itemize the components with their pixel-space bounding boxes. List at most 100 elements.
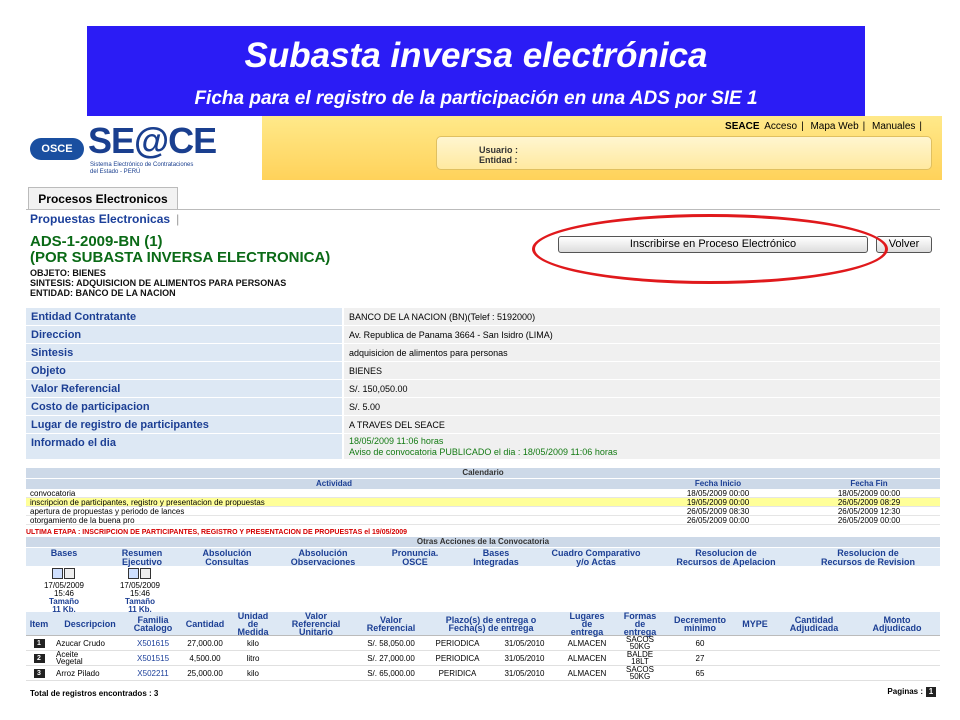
items-col: Plazo(s) de entrega o Fecha(s) de entreg…	[445, 614, 537, 633]
ultima-etapa-notice: ULTIMA ETAPA : INSCRIPCION DE PARTICIPAN…	[26, 529, 408, 536]
subnav: Propuestas Electronicas |	[30, 212, 179, 226]
detail-label: Entidad Contratante	[26, 308, 342, 325]
otras-acciones-title: Otras Acciones de la Convocatoria	[26, 537, 940, 547]
detail-label: Informado el dia	[26, 434, 342, 459]
detail-value: BANCO DE LA NACION (BN)(Telef : 5192000)	[344, 308, 940, 325]
calendar-fin: 26/05/2009 12:30	[837, 507, 901, 516]
process-title: ADS-1-2009-BN (1) (POR SUBASTA INVERSA E…	[30, 234, 330, 266]
otras-acciones: Otras Acciones de la Convocatoria Bases …	[26, 537, 940, 567]
item-lugar: ALMACEN	[567, 668, 607, 678]
items-col: Monto Adjudicado	[872, 614, 922, 633]
items-header-row: Item Descripcion Familia Catalogo Cantid…	[26, 611, 940, 636]
item-forma: SACOS 50KG	[625, 635, 654, 651]
bases-document[interactable]: 17/05/2009 15:46 Tamaño 11 Kb.	[34, 568, 94, 614]
item-plazo: PERIDICA	[438, 668, 477, 678]
item-vr: S/. 27,000.00	[367, 653, 415, 663]
items-col: Item	[29, 618, 49, 629]
items-col: Cantidad	[185, 618, 225, 629]
item-vr: S/. 58,050.00	[367, 638, 415, 648]
logo-tagline-2: del Estado - PERÚ	[90, 169, 141, 175]
page-1-button[interactable]: 1	[926, 687, 936, 697]
calendar-inicio: 26/05/2009 08:30	[686, 507, 750, 516]
items-col: Familia Catalogo	[133, 614, 173, 633]
process-entidad: ENTIDAD: BANCO DE LA NACION	[30, 288, 176, 298]
item-lugar: ALMACEN	[567, 638, 607, 648]
item-familia-link[interactable]: X501515	[128, 654, 178, 662]
item-familia-link[interactable]: X501615	[128, 639, 178, 647]
detail-row: Informado el dia 18/05/2009 11:06 horas …	[26, 434, 940, 460]
table-row: 2 Aceite Vegetal X501515 4,500.00 litro …	[26, 651, 940, 666]
item-plazo: PERIODICA	[435, 653, 480, 663]
otras-acciones-header: Bases Resumen Ejecutivo Absolución Consu…	[26, 548, 940, 567]
document-icon[interactable]	[52, 568, 76, 580]
seace-logo[interactable]: OSCE SE@CE Sistema Electrónico de Contra…	[26, 120, 262, 178]
item-unidad: kilo	[246, 668, 259, 678]
detail-value: Av. Republica de Panama 3664 - San Isidr…	[344, 326, 940, 343]
calendar-fin: 26/05/2009 08:29	[837, 498, 901, 507]
site-header: OSCE SE@CE Sistema Electrónico de Contra…	[18, 116, 942, 180]
calendar-inicio: 18/05/2009 00:00	[686, 489, 750, 498]
items-table: Item Descripcion Familia Catalogo Cantid…	[26, 611, 940, 681]
top-link-mapa-web[interactable]: Mapa Web	[810, 121, 858, 132]
detail-label: Costo de participacion	[26, 398, 342, 415]
detail-value: A TRAVES DEL SEACE	[344, 416, 940, 433]
calendar-inicio: 19/05/2009 00:00	[686, 498, 750, 507]
detail-row: Entidad Contratante BANCO DE LA NACION (B…	[26, 308, 940, 326]
calendar-inicio: 26/05/2009 00:00	[686, 516, 750, 525]
otras-col: Absolución Consultas	[202, 548, 252, 567]
item-desc: Arroz Pilado	[56, 668, 100, 678]
item-unidad: kilo	[246, 638, 259, 648]
items-col: Cantidad Adjudicada	[789, 614, 839, 633]
item-forma: BALDE 18LT	[626, 650, 654, 666]
pagination-label: Paginas :	[887, 687, 923, 696]
detail-row: Sintesis adquisicion de alimentos para pe…	[26, 344, 940, 362]
item-cantidad: 4,500.00	[189, 653, 221, 663]
items-col: Valor Referencial	[366, 614, 416, 633]
item-familia-link[interactable]: X502211	[128, 669, 178, 677]
tab-procesos-electronicos[interactable]: Procesos Electronicos	[28, 187, 178, 209]
item-vr: S/. 65,000.00	[367, 668, 415, 678]
subnav-separator: |	[176, 212, 180, 226]
detail-label: Direccion	[26, 326, 342, 343]
tab-divider	[26, 209, 940, 210]
otras-col: Pronuncia. OSCE	[391, 548, 439, 567]
top-link-manuales[interactable]: Manuales	[872, 121, 915, 132]
entity-label: Entidad :	[479, 155, 518, 165]
process-meta: OBJETO: BIENES SINTESIS: ADQUISICION DE …	[30, 268, 286, 298]
slide-subtitle: Ficha para el registro de la participaci…	[194, 88, 758, 109]
logo-tagline-1: Sistema Electrónico de Contrataciones	[90, 162, 194, 168]
resumen-ejecutivo-document[interactable]: 17/05/2009 15:46 Tamaño 11 Kb.	[110, 568, 170, 614]
detail-row: Lugar de registro de participantes A TRAV…	[26, 416, 940, 434]
detail-value: S/. 150,050.00	[344, 380, 940, 397]
detail-row: Direccion Av. Republica de Panama 3664 - …	[26, 326, 940, 344]
items-col: MYPE	[742, 618, 768, 629]
items-col: Decremento minimo	[673, 614, 727, 633]
items-col: Descripcion	[64, 618, 116, 629]
otras-col: Bases Integradas	[473, 548, 519, 567]
calendar-actividad: apertura de propuestas y periodo de lanc…	[30, 507, 185, 516]
item-desc: Aceite Vegetal	[56, 650, 83, 666]
detail-label: Sintesis	[26, 344, 342, 361]
calendar-fin: 26/05/2009 00:00	[837, 516, 901, 525]
calendar-col-actividad: Actividad	[315, 479, 352, 488]
detail-value: adquisicion de alimentos para personas	[344, 344, 940, 361]
top-link-acceso[interactable]: Acceso	[764, 121, 797, 132]
item-fecha: 31/05/2010	[504, 638, 545, 648]
calendar-col-fin: Fecha Fin	[850, 479, 888, 488]
subnav-propuestas-electronicas[interactable]: Propuestas Electronicas	[30, 212, 170, 226]
document-icon[interactable]	[128, 568, 152, 580]
item-number: 2	[33, 653, 45, 663]
calendar-table: Calendario Actividad Fecha Inicio Fecha …	[26, 468, 940, 525]
process-kind: (POR SUBASTA INVERSA ELECTRONICA)	[30, 249, 331, 266]
detail-value: S/. 5.00	[344, 398, 940, 415]
item-number: 3	[33, 668, 45, 678]
item-lugar: ALMACEN	[567, 653, 607, 663]
user-label: Usuario :	[479, 145, 519, 155]
calendar-fin: 18/05/2009 00:00	[837, 489, 901, 498]
detail-label: Valor Referencial	[26, 380, 342, 397]
process-code: ADS-1-2009-BN (1)	[30, 233, 163, 250]
item-fecha: 31/05/2010	[504, 653, 545, 663]
informado-line-1: 18/05/2009 11:06 horas	[349, 436, 444, 446]
table-row: 1 Azucar Crudo X501615 27,000.00 kilo S/…	[26, 636, 940, 651]
otras-col: Resolucion de Recursos de Apelacion	[676, 548, 776, 567]
